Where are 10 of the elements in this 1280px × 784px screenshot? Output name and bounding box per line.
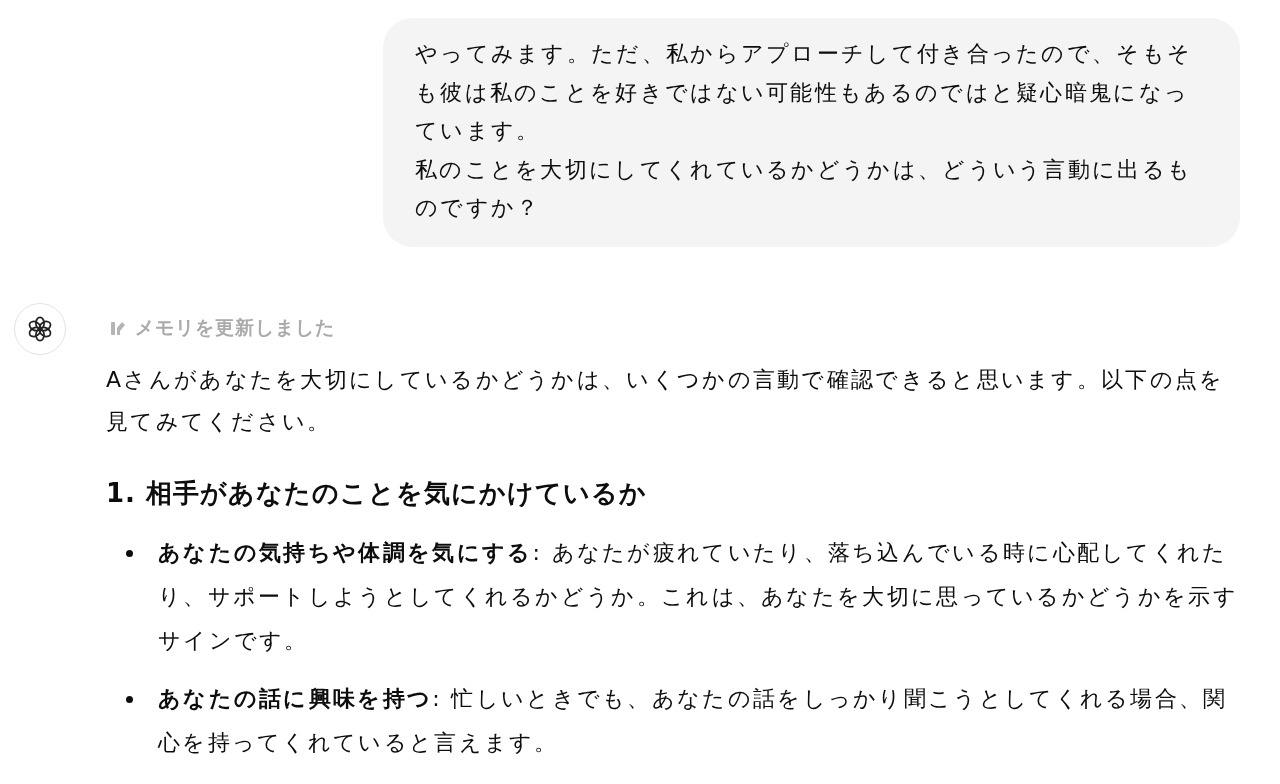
bullet-text: あなたの気持ちや体調を気にする: あなたが疲れていたり、落ち込んでいる時に心配してくれたり、サポートしようとしてくれるかどうか。これは、あなたを大切に思っているかどうかを示すサインです。 — [158, 538, 1239, 655]
bullet-text: あなたの話に興味を持つ: 忙しいときでも、あなたの話をしっかり聞こうとしてくれる場合、関心を持ってくれていると言えます。 — [158, 684, 1229, 757]
memory-updated-note[interactable]: メモリを更新しました — [135, 314, 335, 341]
intro-paragraph: Aさんがあなたを大切にしているかどうかは、いくつかの言動で確認できると思います。以下の点を見てみてください。 — [106, 365, 1226, 436]
user-message-text: やってみます。ただ、私からアプローチして付き合ったので、そもそも彼は私のことを好きではない可能性もあるのではと疑心暗鬼になっています。 — [415, 40, 1194, 145]
flower-icon — [26, 314, 54, 343]
bullet-icon — [126, 549, 133, 557]
section-heading: 1. 相手があなたのことを気にかけているか — [106, 476, 649, 510]
bullet-icon — [126, 695, 133, 703]
user-message-text: 私のことを大切にしてくれているかどうかは、どういう言動に出るものですか？ — [415, 155, 1194, 222]
